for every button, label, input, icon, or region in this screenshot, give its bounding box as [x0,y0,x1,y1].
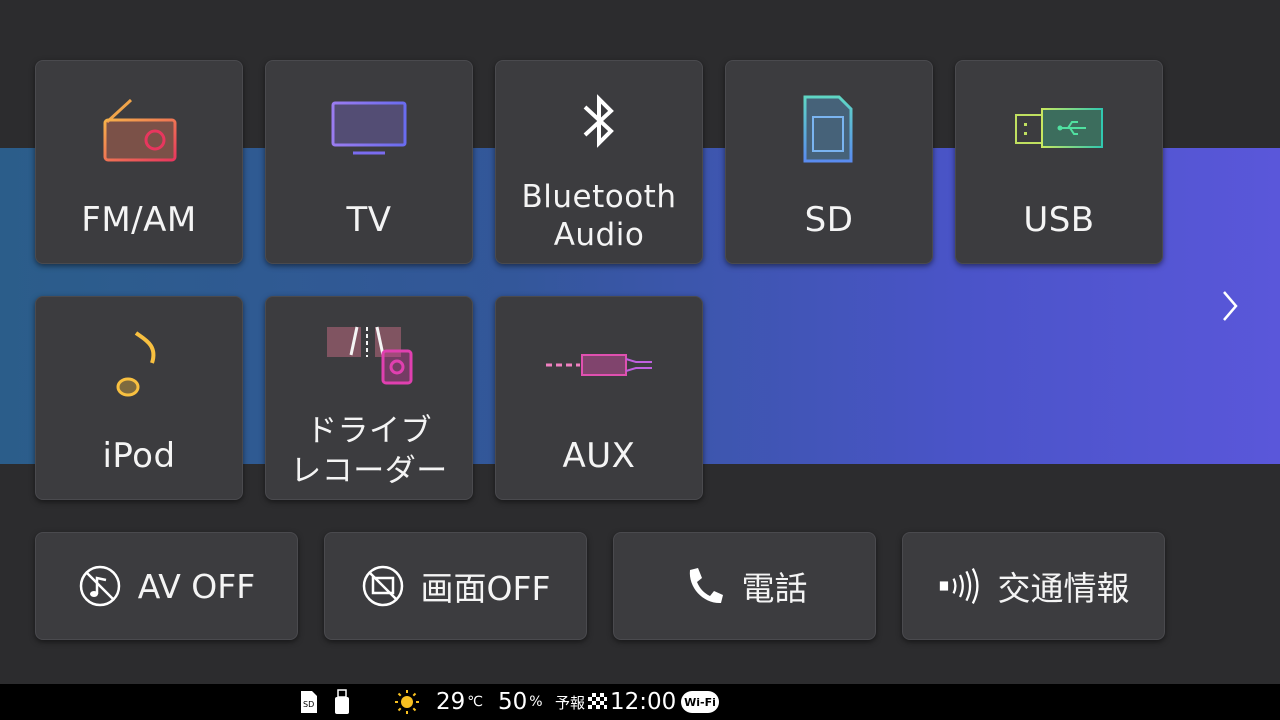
source-tv-button[interactable]: TV [265,60,473,264]
music-note-icon [36,325,242,405]
source-label-line1: Bluetooth [521,179,677,215]
svg-text:SD: SD [303,700,314,709]
source-sd-button[interactable]: SD [725,60,933,264]
forecast-label: 予報 [555,693,586,712]
temperature-readout: 29 ℃ [436,689,484,715]
source-label: iPod [102,436,176,476]
sd-status-icon: SD [300,684,318,720]
phone-icon [682,564,726,608]
source-usb-button[interactable]: USB [955,60,1163,264]
screen-off-icon [361,564,405,608]
source-label: TV [346,200,392,240]
sd-card-icon [726,89,932,169]
av-off-label: AV OFF [137,566,256,606]
music-off-icon [78,564,122,608]
aux-cable-icon [496,325,702,405]
tv-icon [266,89,472,169]
humidity-readout: 50% [498,689,543,715]
sun-weather-icon [394,684,420,720]
traffic-info-button[interactable]: 交通情報 [902,532,1165,640]
av-off-button[interactable]: AV OFF [35,532,298,640]
source-label-line2: レコーダー [290,453,448,489]
source-label: USB [1023,200,1095,240]
phone-label: 電話 [741,569,808,608]
source-label: AUX [562,436,636,476]
source-fm-am-button[interactable]: FM/AM [35,60,243,264]
traffic-info-label: 交通情報 [997,569,1130,608]
radio-icon [36,89,242,169]
source-label-line1: ドライブ [306,413,432,449]
traffic-broadcast-icon [938,564,982,608]
status-bar: SD 29 ℃ 50% 予報 12:00 Wi-Fi [0,684,1280,720]
source-label-line2: Audio [553,217,645,253]
screen-off-button[interactable]: 画面OFF [324,532,587,640]
clock: 12:00 [610,689,677,715]
usb-status-icon [334,684,350,720]
source-drive-recorder-button[interactable]: ドライブ レコーダー [265,296,473,500]
usb-icon [956,89,1162,169]
bluetooth-icon [496,81,702,161]
screen-off-label: 画面OFF [420,569,551,608]
checkered-flag-icon [588,684,608,720]
next-page-chevron-icon[interactable] [1212,286,1248,326]
phone-button[interactable]: 電話 [613,532,876,640]
source-label: FM/AM [81,200,197,240]
wifi-status-icon: Wi-Fi [681,684,719,720]
source-label: SD [804,200,854,240]
source-bluetooth-audio-button[interactable]: Bluetooth Audio [495,60,703,264]
source-ipod-button[interactable]: iPod [35,296,243,500]
dashcam-icon [266,311,472,391]
source-aux-button[interactable]: AUX [495,296,703,500]
